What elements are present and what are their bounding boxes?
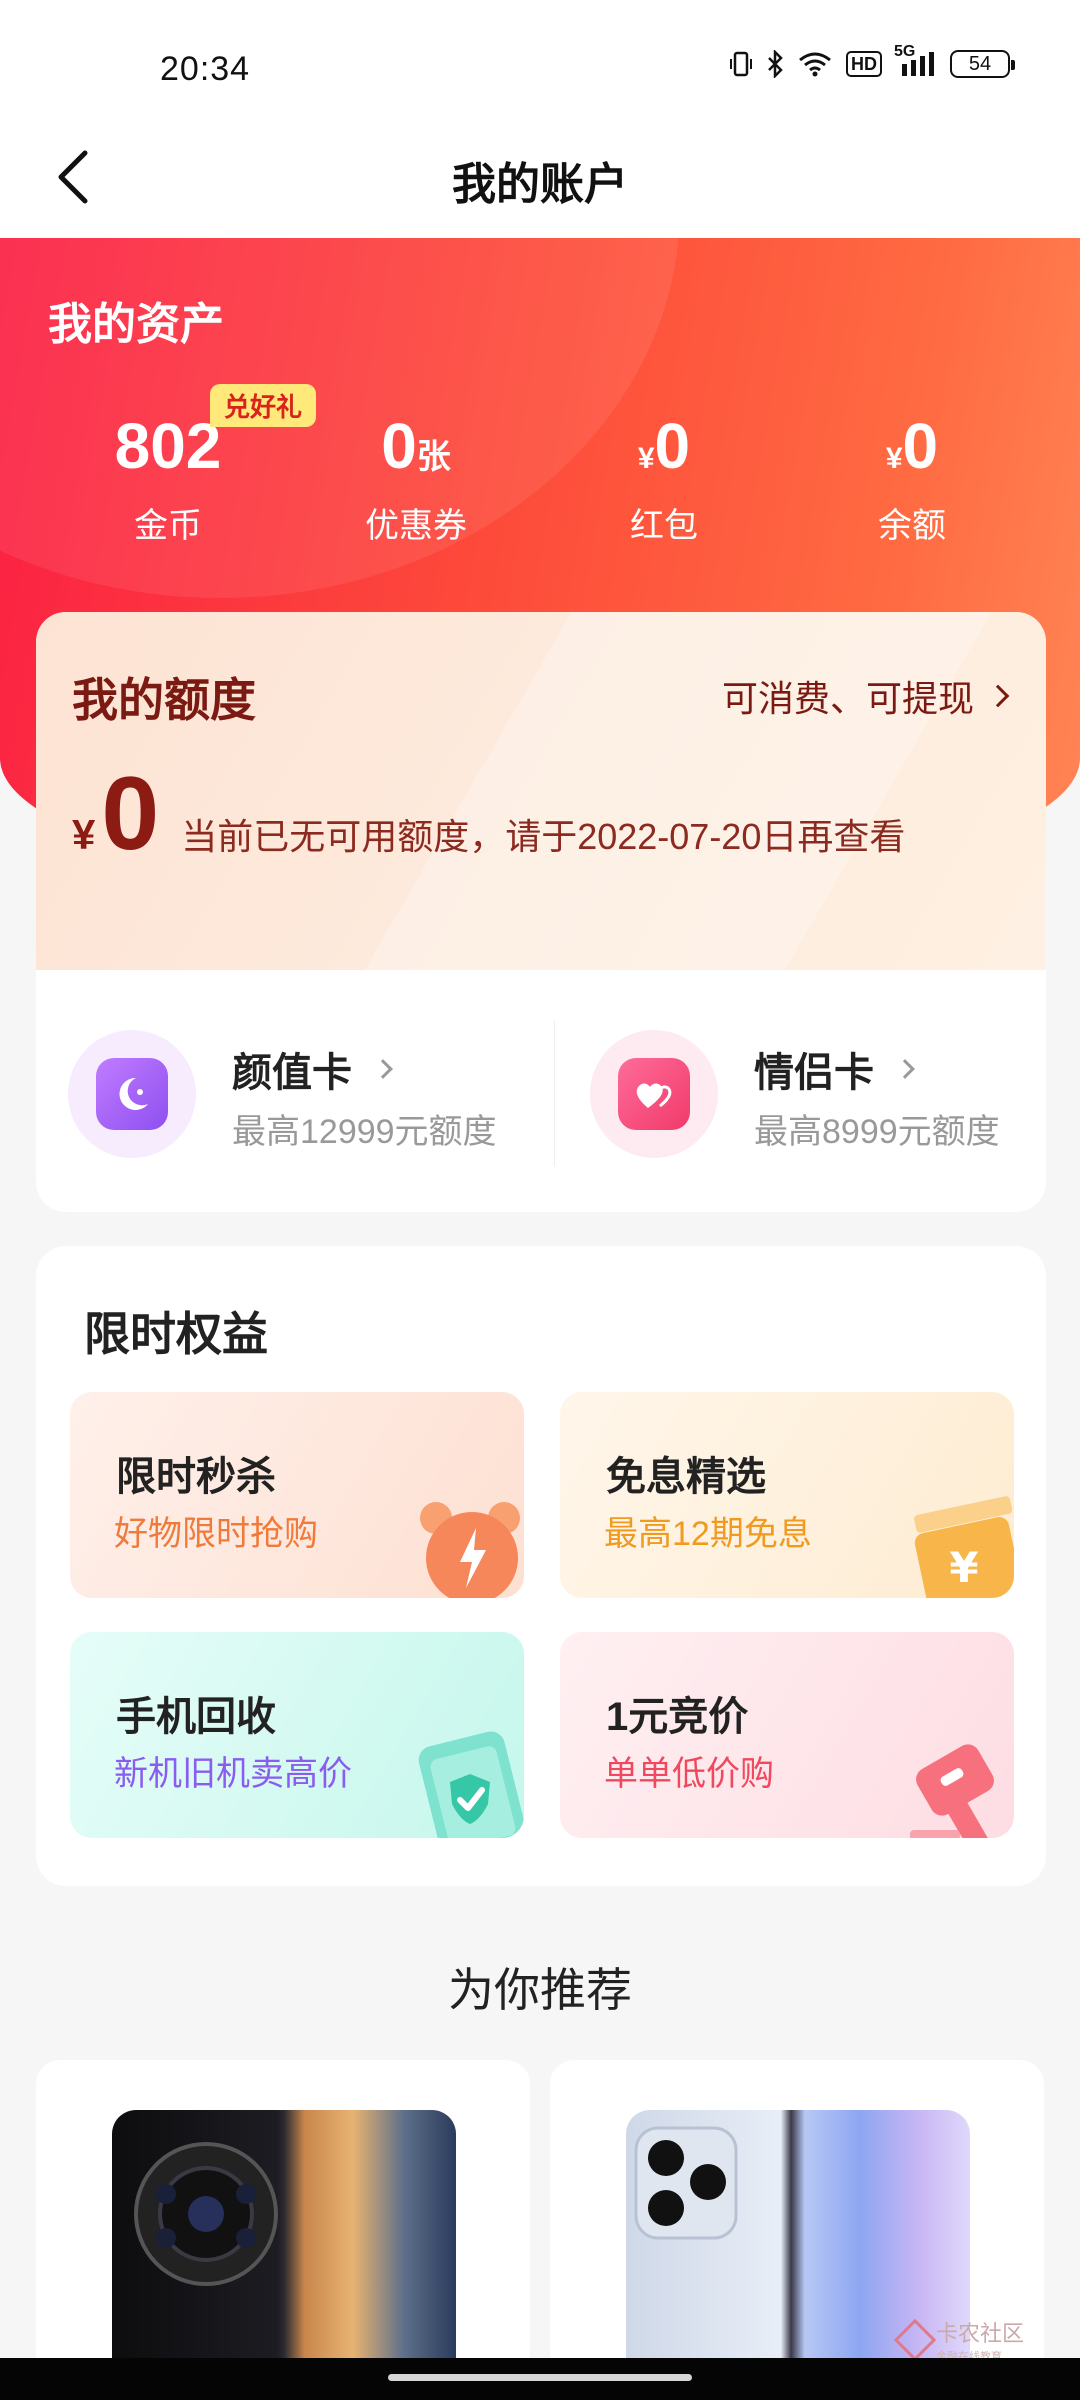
face-card-name: 颜值卡 — [232, 1051, 352, 1095]
assets-title: 我的资产 — [48, 300, 224, 349]
system-nav-bar — [0, 2358, 1080, 2400]
asset-coupons[interactable]: 0张 优惠券 — [306, 414, 526, 547]
chevron-right-icon — [986, 684, 1010, 708]
status-icons: HD 5G 54 — [730, 44, 1015, 78]
quota-currency: ¥ — [72, 811, 96, 858]
asset-balance[interactable]: ¥0 余额 — [802, 414, 1022, 547]
product-image — [112, 2110, 456, 2400]
product-card[interactable] — [36, 2060, 530, 2400]
face-card-icon — [96, 1058, 168, 1130]
home-indicator[interactable] — [388, 2374, 692, 2381]
heart-card-icon — [618, 1058, 690, 1130]
page-title: 我的账户 — [452, 160, 628, 209]
one-yuan-bid-title: 1元竞价 — [606, 1695, 749, 1739]
quota-amount: ¥ 0 当前已无可用额度，请于2022-07-20日再查看 — [72, 762, 905, 866]
couple-card-desc: 最高8999元额度 — [754, 1113, 1000, 1151]
balance-value: 0 — [902, 410, 939, 482]
nav-bar: 我的账户 — [0, 120, 1080, 238]
quota-link-label: 可消费、可提现 — [721, 678, 974, 719]
yuan-coin-icon: ¥ — [914, 1496, 1014, 1598]
card-divider — [554, 1020, 555, 1166]
recommend-title: 为你推荐 — [448, 1964, 632, 2016]
interest-free-title: 免息精选 — [606, 1455, 766, 1499]
couple-card-name: 情侣卡 — [754, 1051, 874, 1095]
card-offers: 颜值卡 最高12999元额度 情侣卡 最高8999元额度 — [36, 970, 1046, 1212]
couple-card-icon-wrap — [590, 1030, 718, 1158]
red-packet-value: 0 — [654, 410, 691, 482]
face-card-offer[interactable]: 颜值卡 最高12999元额度 — [36, 970, 541, 1212]
red-packet-label: 红包 — [630, 507, 698, 545]
quota-note: 当前已无可用额度，请于2022-07-20日再查看 — [181, 816, 906, 857]
asset-coins[interactable]: 802 金币 — [58, 414, 278, 547]
balance-currency: ¥ — [885, 442, 903, 475]
watermark-logo — [893, 2318, 937, 2362]
chevron-right-icon — [373, 1059, 393, 1079]
shield-phone-icon — [418, 1731, 524, 1838]
wifi-icon — [798, 51, 832, 77]
benefits-title: 限时权益 — [84, 1308, 268, 1360]
flash-sale-tile[interactable]: 限时秒杀 好物限时抢购 — [70, 1392, 524, 1598]
hd-icon: HD — [846, 51, 882, 77]
bluetooth-icon — [766, 50, 784, 78]
interest-free-subtitle: 最高12期免息 — [604, 1515, 812, 1553]
couple-card-offer[interactable]: 情侣卡 最高8999元额度 — [558, 970, 1046, 1212]
signal-5g-icon: 5G — [894, 44, 936, 78]
coins-value: 802 — [114, 410, 222, 482]
chevron-right-icon — [895, 1059, 915, 1079]
watermark-text-wrap: 卡农社区 金融在线教育 — [936, 2316, 1024, 2364]
phone-recycle-subtitle: 新机旧机卖高价 — [114, 1755, 352, 1793]
quota-link[interactable]: 可消费、可提现 — [721, 670, 1010, 722]
couple-card-title: 情侣卡 — [754, 1040, 915, 1098]
quota-card: 我的额度 可消费、可提现 ¥ 0 当前已无可用额度，请于2022-07-20日再… — [36, 612, 1046, 1212]
quota-value: 0 — [101, 756, 160, 872]
coupons-value: 0 — [381, 410, 417, 482]
coupons-unit: 张 — [416, 438, 451, 476]
flash-sale-subtitle: 好物限时抢购 — [114, 1515, 318, 1553]
alarm-clock-icon — [420, 1502, 520, 1598]
asset-red-packet[interactable]: ¥0 红包 — [554, 414, 774, 547]
face-card-icon-wrap — [68, 1030, 196, 1158]
svg-text:¥: ¥ — [949, 1543, 978, 1592]
benefits-section: 限时权益 限时秒杀 好物限时抢购 免息精选 最高12期免息 ¥ 手机回收 新机旧… — [36, 1246, 1046, 1886]
red-packet-currency: ¥ — [637, 442, 655, 475]
quota-title: 我的额度 — [72, 674, 256, 726]
coins-label: 金币 — [134, 507, 202, 545]
redeem-gift-badge[interactable]: 兑好礼 — [210, 384, 317, 427]
flash-sale-title: 限时秒杀 — [116, 1455, 276, 1499]
coupons-label: 优惠券 — [365, 507, 467, 545]
phone-recycle-tile[interactable]: 手机回收 新机旧机卖高价 — [70, 1632, 524, 1838]
one-yuan-bid-tile[interactable]: 1元竞价 单单低价购 — [560, 1632, 1014, 1838]
camera-module-icon — [634, 2126, 738, 2240]
one-yuan-bid-subtitle: 单单低价购 — [604, 1755, 774, 1793]
auction-hammer-icon — [910, 1744, 994, 1838]
watermark: 卡农社区 金融在线教育 — [893, 2316, 1024, 2364]
network-label: 5G — [894, 43, 916, 60]
watermark-text: 卡农社区 — [936, 2321, 1025, 2346]
status-bar: 20:34 HD 5G 54 — [0, 0, 1080, 140]
camera-module-icon — [134, 2142, 278, 2286]
phone-recycle-title: 手机回收 — [116, 1695, 276, 1739]
face-card-title: 颜值卡 — [232, 1040, 393, 1098]
balance-label: 余额 — [878, 507, 946, 545]
battery-icon: 54 — [950, 50, 1015, 78]
quota-panel[interactable]: 我的额度 可消费、可提现 ¥ 0 当前已无可用额度，请于2022-07-20日再… — [36, 612, 1046, 970]
status-time: 20:34 — [160, 50, 251, 88]
interest-free-tile[interactable]: 免息精选 最高12期免息 ¥ — [560, 1392, 1014, 1598]
face-card-desc: 最高12999元额度 — [232, 1113, 497, 1151]
vibrate-icon — [730, 50, 752, 78]
